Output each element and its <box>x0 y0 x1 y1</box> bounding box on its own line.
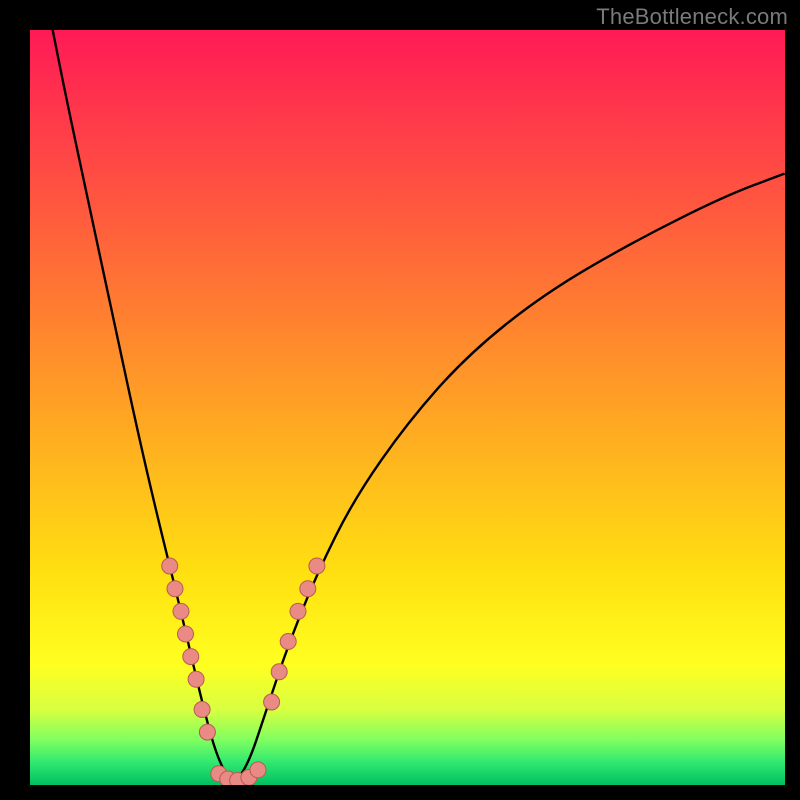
datapoint-dot <box>290 603 306 619</box>
datapoint-dot <box>178 626 194 642</box>
watermark-label: TheBottleneck.com <box>596 4 788 30</box>
datapoint-dot <box>309 558 325 574</box>
datapoint-dot <box>300 581 316 597</box>
datapoint-dot <box>173 603 189 619</box>
datapoint-dot <box>188 671 204 687</box>
datapoint-dot <box>162 558 178 574</box>
datapoint-dot <box>250 762 266 778</box>
datapoint-dot <box>271 664 287 680</box>
chart-svg <box>30 30 785 785</box>
datapoint-dot <box>183 649 199 665</box>
datapoint-dot <box>280 634 296 650</box>
datapoint-dot <box>264 694 280 710</box>
datapoints-bottom <box>211 762 266 785</box>
datapoints-left <box>162 558 216 740</box>
plot-area <box>30 30 785 785</box>
datapoint-dot <box>194 702 210 718</box>
datapoint-dot <box>167 581 183 597</box>
bottleneck-curve <box>53 30 785 779</box>
datapoint-dot <box>199 724 215 740</box>
chart-frame: TheBottleneck.com <box>0 0 800 800</box>
